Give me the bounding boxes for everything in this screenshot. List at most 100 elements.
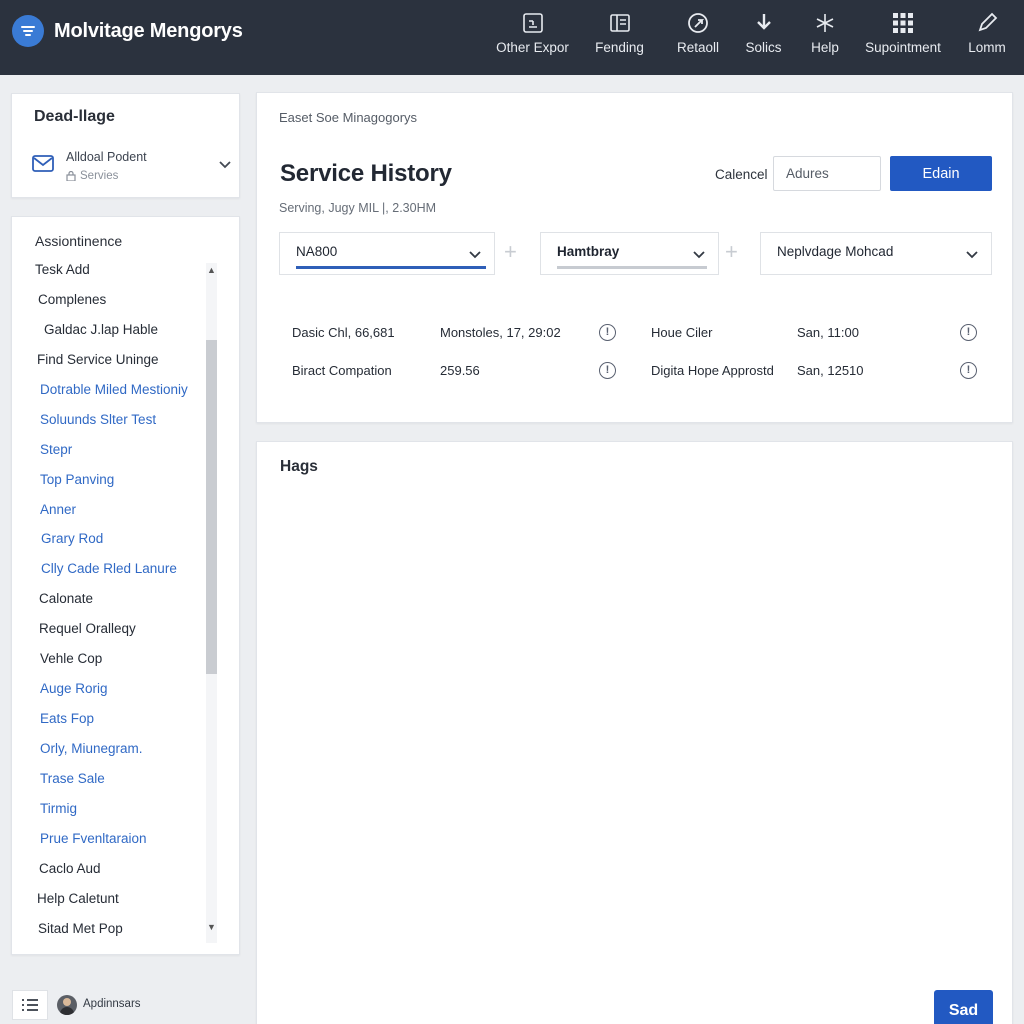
add-filter-icon[interactable]: + xyxy=(725,239,738,265)
sparkle-icon xyxy=(813,11,837,35)
history-cell: Digita Hope Approstd xyxy=(651,363,774,378)
export-icon xyxy=(521,11,545,35)
sidebar-item[interactable]: Help Caletunt xyxy=(12,884,212,914)
chevron-down-icon xyxy=(468,247,482,265)
search-input[interactable] xyxy=(773,156,881,191)
history-cell: Dasic Chl, 66,681 xyxy=(292,325,395,340)
sidebar-item[interactable]: Dotrable Miled Mestioniy xyxy=(12,375,212,405)
nav-label: Solics xyxy=(745,40,782,55)
menu-list: Tesk Add Complenes Galdac J.lap Hable Find … xyxy=(12,255,212,944)
list-icon xyxy=(22,999,38,1011)
scroll-down-icon[interactable]: ▼ xyxy=(206,922,217,932)
filter-select-2[interactable]: Hamtbray xyxy=(540,232,719,275)
sidebar-item[interactable]: Calonate xyxy=(12,584,212,614)
filter-select-1[interactable]: NA800 xyxy=(279,232,495,275)
sidebar-item[interactable]: Trase Sale xyxy=(12,764,212,794)
download-icon xyxy=(752,11,776,35)
history-cell: 259.56 xyxy=(440,363,480,378)
lock-icon xyxy=(66,171,76,181)
account-subtitle-text: Servies xyxy=(80,170,119,182)
sidebar-item[interactable]: Soluunds Slter Test xyxy=(12,405,212,435)
panel-icon xyxy=(608,11,632,35)
chevron-down-icon xyxy=(965,247,979,265)
sidebar-item[interactable]: Tesk Add xyxy=(12,255,212,285)
sidebar-item[interactable]: Vehle Cop xyxy=(12,644,212,674)
tags-panel: Hags xyxy=(256,441,1013,1024)
nav-retaoll[interactable]: Retaoll xyxy=(663,0,733,75)
sidebar-item[interactable]: Top Panving xyxy=(12,465,212,495)
history-cell: Houe Ciler xyxy=(651,325,713,340)
scrollbar-thumb[interactable] xyxy=(206,340,217,674)
breadcrumb[interactable]: Easet Soe Minagogorys xyxy=(279,110,417,125)
sidebar-item[interactable]: Tirmig xyxy=(12,794,212,824)
page-subtitle: Serving, Jugy MIL |, 2.30HM xyxy=(279,201,437,215)
sidebar-item[interactable]: Complenes xyxy=(12,285,212,315)
grid-icon xyxy=(891,11,915,35)
filter-underline xyxy=(557,266,707,269)
sidebar-item[interactable]: Stepr xyxy=(12,435,212,465)
top-bar: Molvitage Mengorys Other Expor Fending R… xyxy=(0,0,1024,75)
nav-label: Supointment xyxy=(865,40,941,55)
sidebar-item[interactable]: Anner xyxy=(12,495,212,525)
nav-label: Help xyxy=(811,40,839,55)
filter-value: Hamtbray xyxy=(557,244,620,259)
history-cell: San, 11:00 xyxy=(797,325,859,340)
sidebar-item[interactable]: Orly, Miunegram. xyxy=(12,734,212,764)
sidebar-menu: Assiontinence Tesk Add Complenes Galdac J.… xyxy=(11,216,240,955)
sidebar-item[interactable]: Prue Fvenltaraion xyxy=(12,824,212,854)
sidebar-item[interactable]: Eats Fop xyxy=(12,704,212,734)
filter-value: Neplvdage Mohcad xyxy=(777,244,894,259)
info-icon[interactable]: ! xyxy=(960,324,977,341)
info-icon[interactable]: ! xyxy=(599,324,616,341)
chevron-down-icon[interactable] xyxy=(218,157,232,175)
nav-solics[interactable]: Solics xyxy=(733,0,794,75)
pencil-icon xyxy=(975,11,999,35)
page-title: Service History xyxy=(280,160,452,187)
sidebar-item[interactable]: Galdac J.lap Hable xyxy=(12,315,212,345)
scroll-up-icon[interactable]: ▲ xyxy=(206,265,217,275)
nav-lomm[interactable]: Lomm xyxy=(950,0,1024,75)
account-switcher[interactable]: Alldoal Podent Servies xyxy=(32,149,232,189)
filter-select-3[interactable]: Neplvdage Mohcad xyxy=(760,232,992,275)
account-panel: Dead-llage Alldoal Podent Servies xyxy=(11,93,240,198)
account-title: Dead-llage xyxy=(34,108,115,125)
save-button[interactable]: Sad xyxy=(934,990,993,1024)
filter-value: NA800 xyxy=(296,244,338,259)
history-cell: San, 12510 xyxy=(797,363,864,378)
nav-help[interactable]: Help xyxy=(794,0,856,75)
info-icon[interactable]: ! xyxy=(599,362,616,379)
chevron-down-icon xyxy=(692,247,706,265)
filter-underline xyxy=(296,266,486,269)
sidebar-item[interactable]: Requel Oralleqy xyxy=(12,614,212,644)
mail-icon xyxy=(32,153,54,178)
nav-supointment[interactable]: Supointment xyxy=(856,0,950,75)
table-row[interactable]: Biract Compation 259.56 ! Digita Hope Ap… xyxy=(257,360,1014,384)
sidebar-item[interactable]: Grary Rod xyxy=(12,524,212,554)
history-cell: Biract Compation xyxy=(292,363,392,378)
menu-scrollbar[interactable] xyxy=(206,263,217,943)
avatar[interactable] xyxy=(57,995,77,1015)
play-circle-icon xyxy=(686,11,710,35)
info-icon[interactable]: ! xyxy=(960,362,977,379)
sidebar-item[interactable]: Sitad Met Pop xyxy=(12,914,212,944)
service-history-panel: Easet Soe Minagogorys Service History Se… xyxy=(256,92,1013,423)
add-filter-icon[interactable]: + xyxy=(504,239,517,265)
brand[interactable]: Molvitage Mengorys xyxy=(12,15,243,47)
menu-header: Assiontinence xyxy=(35,233,123,249)
nav-label: Fending xyxy=(595,40,644,55)
list-view-button[interactable] xyxy=(12,990,48,1020)
nav-fending[interactable]: Fending xyxy=(576,0,663,75)
sidebar-item[interactable]: Caclo Aud xyxy=(12,854,212,884)
sidebar-item[interactable]: Auge Rorig xyxy=(12,674,212,704)
sidebar-item[interactable]: Clly Cade Rled Lanure xyxy=(12,554,212,584)
account-name: Alldoal Podent xyxy=(66,150,147,164)
table-row[interactable]: Dasic Chl, 66,681 Monstoles, 17, 29:02 !… xyxy=(257,322,1014,346)
app-title: Molvitage Mengorys xyxy=(54,19,243,42)
nav-other-export[interactable]: Other Expor xyxy=(489,0,576,75)
nav-label: Retaoll xyxy=(676,40,720,55)
history-cell: Monstoles, 17, 29:02 xyxy=(440,325,561,340)
edit-button[interactable]: Edain xyxy=(890,156,992,191)
nav-label: Other Expor xyxy=(496,40,569,55)
cancel-button[interactable]: Calencel xyxy=(715,167,768,182)
sidebar-item[interactable]: Find Service Uninge xyxy=(12,345,212,375)
